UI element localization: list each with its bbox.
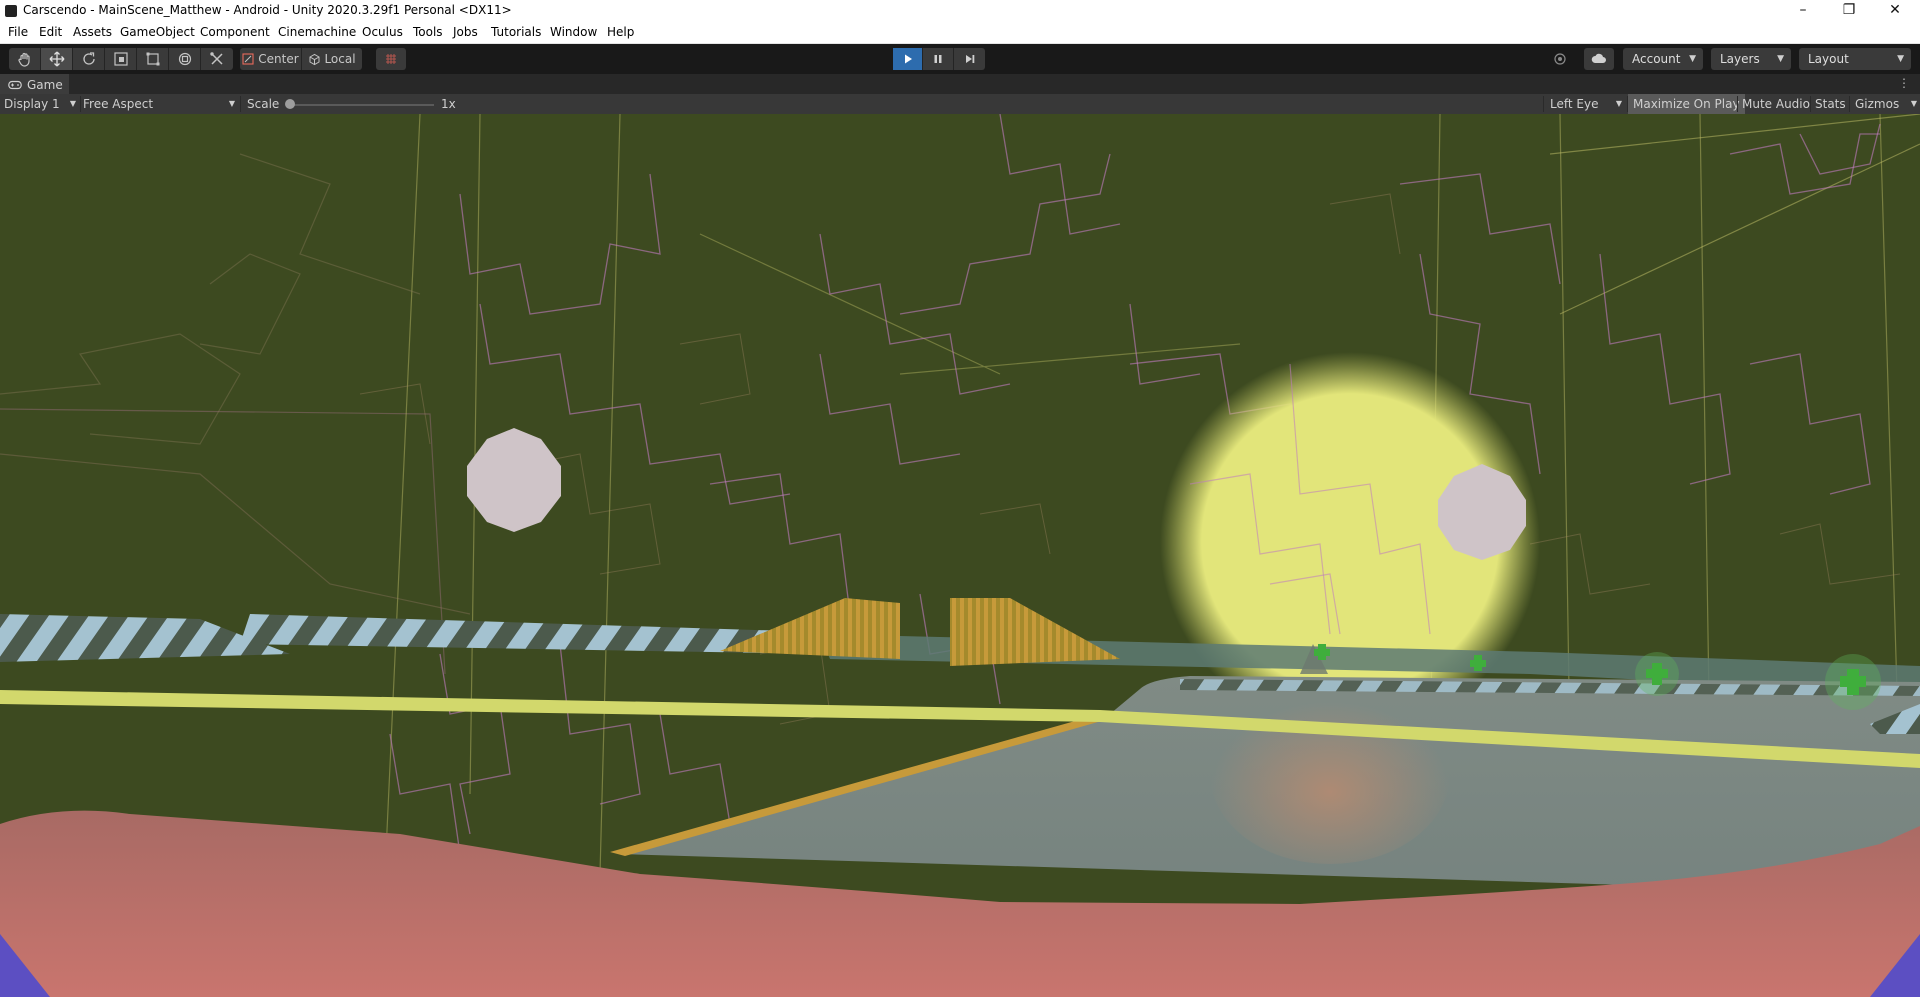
rect-tool-icon[interactable] — [137, 48, 169, 70]
pivot-local-button[interactable]: Local — [302, 48, 362, 70]
scale-tool-icon[interactable] — [105, 48, 137, 70]
display-dropdown[interactable]: Display 1 ▼ — [4, 94, 78, 114]
chevron-down-icon: ▼ — [69, 99, 76, 108]
display-label: Display 1 — [4, 97, 60, 111]
separator — [80, 96, 81, 112]
chevron-down-icon: ▼ — [1689, 54, 1696, 64]
title-bar: Carscendo - MainScene_Matthew - Android … — [0, 0, 1920, 22]
menu-window[interactable]: Window — [550, 25, 597, 39]
gamepad-icon — [8, 80, 22, 90]
transform-tools — [9, 48, 233, 70]
hand-tool-icon[interactable] — [9, 48, 41, 70]
menu-bar: File Edit Assets GameObject Component Ci… — [0, 22, 1920, 44]
step-icon[interactable] — [954, 48, 985, 70]
unity-logo-icon — [5, 5, 17, 17]
stats-label: Stats — [1815, 97, 1846, 111]
close-icon[interactable]: ✕ — [1872, 0, 1918, 22]
custom-tool-icon[interactable] — [201, 48, 233, 70]
menu-assets[interactable]: Assets — [73, 25, 112, 39]
chevron-down-icon: ▼ — [1897, 54, 1904, 64]
menu-jobs[interactable]: Jobs — [453, 25, 478, 39]
layout-dropdown[interactable]: Layout ▼ — [1799, 48, 1911, 70]
menu-edit[interactable]: Edit — [39, 25, 62, 39]
aspect-dropdown[interactable]: Free Aspect ▼ — [83, 94, 237, 114]
layers-label: Layers — [1720, 52, 1760, 66]
pause-icon[interactable] — [923, 48, 954, 70]
account-label: Account — [1632, 52, 1681, 66]
pivot-toggles: Center Local — [240, 48, 362, 70]
separator — [1810, 96, 1811, 112]
aspect-label: Free Aspect — [83, 97, 154, 111]
floor-glow — [1210, 684, 1450, 864]
window-title: Carscendo - MainScene_Matthew - Android … — [23, 3, 512, 17]
scale-slider[interactable] — [286, 104, 434, 106]
chevron-down-icon: ▼ — [1910, 99, 1917, 108]
grid-snap-icon[interactable] — [376, 48, 406, 70]
game-control-bar: Display 1 ▼ Free Aspect ▼ Scale 1x Left … — [0, 94, 1920, 115]
scale-label: Scale — [247, 97, 280, 111]
eye-dropdown[interactable]: Left Eye ▼ — [1550, 94, 1624, 114]
menu-oculus[interactable]: Oculus — [362, 25, 403, 39]
chevron-down-icon: ▼ — [1615, 99, 1622, 108]
minimize-icon[interactable]: – — [1780, 0, 1826, 22]
snap-toggle — [376, 48, 406, 70]
scale-slider-thumb[interactable] — [285, 99, 295, 109]
eye-label: Left Eye — [1550, 97, 1599, 111]
menu-gameobject[interactable]: GameObject — [120, 25, 195, 39]
menu-file[interactable]: File — [8, 25, 28, 39]
layers-dropdown[interactable]: Layers ▼ — [1711, 48, 1791, 70]
separator — [1849, 96, 1850, 112]
rotate-tool-icon[interactable] — [73, 48, 105, 70]
collab-icon[interactable] — [1548, 48, 1572, 70]
chevron-down-icon: ▼ — [228, 99, 235, 108]
layout-label: Layout — [1808, 52, 1849, 66]
mute-audio-toggle[interactable]: Mute Audio — [1742, 94, 1810, 114]
scale-value: 1x — [441, 97, 456, 111]
restore-icon[interactable]: ❐ — [1826, 0, 1872, 22]
gizmos-dropdown[interactable]: Gizmos ▼ — [1855, 94, 1917, 114]
pivot-label: Center — [258, 52, 299, 66]
game-window-header: Game ⋮ — [0, 74, 1920, 94]
cloud-icon[interactable] — [1584, 48, 1614, 70]
play-icon[interactable] — [893, 48, 923, 70]
transform-tool-icon[interactable] — [169, 48, 201, 70]
pivot-center-button[interactable]: Center — [240, 48, 302, 70]
separator — [1737, 96, 1738, 112]
tab-game[interactable]: Game — [0, 74, 69, 94]
menu-tools[interactable]: Tools — [413, 25, 443, 39]
more-options-icon[interactable]: ⋮ — [1898, 76, 1910, 90]
separator — [1543, 96, 1544, 112]
maximize-on-play-toggle[interactable]: Maximize On Play — [1628, 94, 1745, 114]
main-toolbar: Center Local Account ▼ Layers ▼ Layout ▼ — [0, 44, 1920, 74]
menu-component[interactable]: Component — [200, 25, 270, 39]
separator — [240, 96, 241, 112]
menu-help[interactable]: Help — [607, 25, 634, 39]
play-controls — [893, 48, 985, 70]
scene-render — [0, 114, 1920, 997]
chevron-down-icon: ▼ — [1777, 54, 1784, 64]
menu-cinemachine[interactable]: Cinemachine — [278, 25, 356, 39]
maximize-label: Maximize On Play — [1633, 97, 1740, 111]
move-tool-icon[interactable] — [41, 48, 73, 70]
mute-label: Mute Audio — [1742, 97, 1810, 111]
stats-toggle[interactable]: Stats — [1815, 94, 1846, 114]
cloud-button — [1584, 48, 1614, 70]
menu-tutorials[interactable]: Tutorials — [491, 25, 541, 39]
tab-game-label: Game — [27, 78, 63, 92]
game-viewport[interactable] — [0, 114, 1920, 997]
account-dropdown[interactable]: Account ▼ — [1623, 48, 1703, 70]
space-label: Local — [324, 52, 356, 66]
gizmos-label: Gizmos — [1855, 97, 1900, 111]
